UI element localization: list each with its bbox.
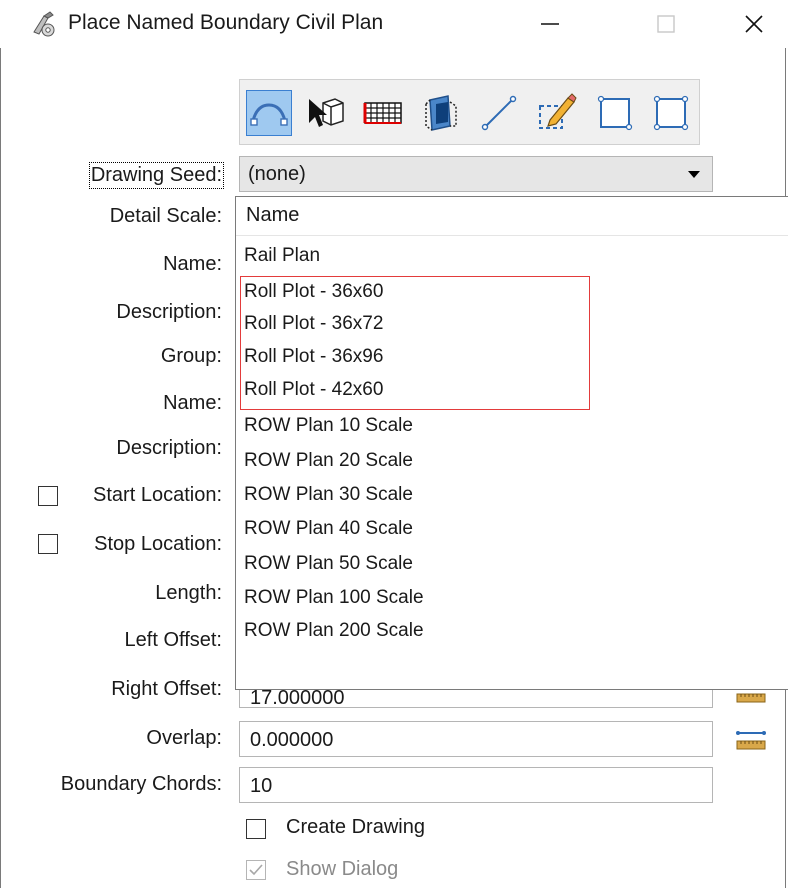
list-item[interactable]: ROW Plan 30 Scale [244,484,413,506]
edit-shape-tool-button[interactable] [534,90,580,136]
drawing-seed-value: (none) [248,163,306,185]
line-tool-button[interactable] [476,90,522,136]
edit-shape-tool-icon [539,93,577,129]
list-item[interactable]: Roll Plot - 42x60 [244,379,383,401]
method-toolbar [239,79,700,145]
length-label: Length: [155,582,222,604]
create-drawing-checkbox[interactable] [246,819,266,839]
measure-distance-icon[interactable] [735,724,769,750]
name2-label: Name: [163,392,222,414]
rectangle-tool-button[interactable] [592,90,638,136]
list-header[interactable]: Name [236,197,788,236]
maximize-icon [657,15,675,33]
show-dialog-label: Show Dialog [286,858,399,880]
name-label: Name: [163,253,222,275]
list-item[interactable]: Roll Plot - 36x96 [244,346,383,368]
drawing-seed-dropdown-list[interactable]: Name Rail Plan Roll Plot - 36x60 Roll Pl… [235,196,788,690]
grid-tool-icon [363,102,402,124]
tools-app-icon [30,10,58,38]
list-item[interactable]: ROW Plan 50 Scale [244,553,413,575]
list-item[interactable]: ROW Plan 100 Scale [244,587,424,609]
left-offset-label: Left Offset: [124,629,222,651]
grid-tool-button[interactable] [360,90,406,136]
window-title: Place Named Boundary Civil Plan [68,11,384,34]
list-header-label: Name [246,204,300,226]
select-element-tool-icon [309,98,344,127]
description2-label: Description: [116,437,222,459]
shape-tool-icon [653,95,689,131]
rectangle-tool-icon [597,95,633,131]
select-element-tool-button[interactable] [304,90,350,136]
minimize-icon [541,23,559,25]
description-label: Description: [116,301,222,323]
maximize-button[interactable] [636,0,696,48]
stop-location-label: Stop Location: [94,533,222,555]
right-offset-value: 17.000000 [250,687,345,709]
overlap-value: 0.000000 [250,729,334,751]
chevron-down-icon[interactable] [688,171,700,178]
overlap-label: Overlap: [146,727,222,749]
detail-scale-label: Detail Scale: [109,205,222,227]
view-volume-tool-button[interactable] [418,90,464,136]
civil-plan-tool-button[interactable] [246,90,292,136]
group-label: Group: [160,345,222,367]
minimize-button[interactable] [520,0,580,48]
boundary-chords-value: 10 [250,775,273,797]
list-item[interactable]: ROW Plan 20 Scale [244,450,413,472]
checkmark-icon [249,864,263,876]
close-icon [745,15,763,33]
list-item[interactable]: ROW Plan 200 Scale [244,620,424,642]
view-volume-tool-icon [425,95,457,131]
title-bar[interactable]: Place Named Boundary Civil Plan [0,0,788,48]
drawing-seed-label: Drawing Seed: [88,162,225,189]
stop-location-checkbox[interactable] [38,534,58,554]
right-offset-label: Right Offset: [111,678,222,700]
close-button[interactable] [724,0,784,48]
boundary-chords-label: Boundary Chords: [60,773,222,795]
boundary-chords-input[interactable]: 10 [239,767,713,803]
overlap-input[interactable]: 0.000000 [239,721,713,757]
start-location-label: Start Location: [93,484,222,506]
list-item[interactable]: Rail Plan [244,245,320,267]
shape-tool-button[interactable] [648,90,694,136]
list-item[interactable]: ROW Plan 10 Scale [244,415,413,437]
create-drawing-label: Create Drawing [286,816,425,838]
list-item[interactable]: Roll Plot - 36x72 [244,313,383,335]
show-dialog-checkbox [246,860,266,880]
drawing-seed-combobox[interactable]: (none) [239,156,713,192]
civil-plan-tool-icon [250,103,288,126]
start-location-checkbox[interactable] [38,486,58,506]
line-tool-icon [481,95,517,131]
list-item[interactable]: Roll Plot - 36x60 [244,281,383,303]
list-item[interactable]: ROW Plan 40 Scale [244,518,413,540]
